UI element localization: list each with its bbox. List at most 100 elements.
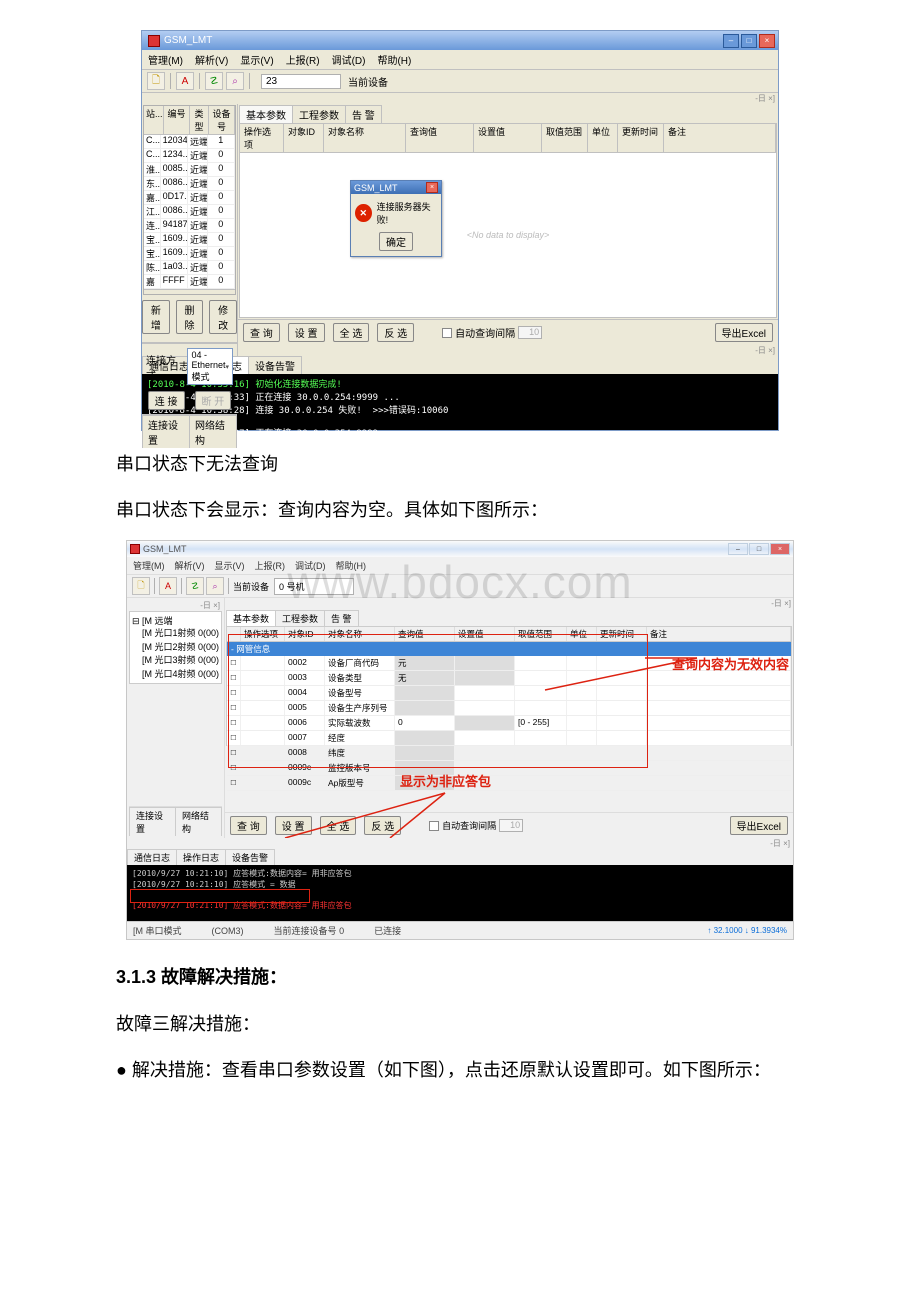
error-icon: ✕ xyxy=(355,204,372,222)
dialog-ok-button[interactable]: 确定 xyxy=(379,232,413,251)
param-row[interactable]: □0005设备生产序列号 xyxy=(227,701,791,716)
param-row[interactable]: □0007经度 xyxy=(227,731,791,746)
param-grid-2[interactable]: 操作选项 对象ID 对象名称 查询值 设置值 取值范围 单位 更新时间 备注 -… xyxy=(226,626,792,746)
current-device-label: 当前设备 xyxy=(348,74,388,89)
device-list-row[interactable]: 东...0086...近端0 xyxy=(144,177,235,191)
menu-report[interactable]: 上报(R) xyxy=(286,52,320,67)
minimize-button[interactable]: – xyxy=(723,34,739,48)
para-serial-cannot-query: 串口状态下无法查询 xyxy=(80,445,840,485)
log-console[interactable]: [2010-8-4 10:35:16] 初始化连接数据完成! [2010-8-4… xyxy=(142,374,778,430)
disconnect-button[interactable]: 断 开 xyxy=(195,391,232,410)
conn-mode-value: 04 - Ethernet模式 xyxy=(191,350,225,383)
tree-item[interactable]: [M 光口2射频 0(00) xyxy=(132,641,219,655)
para-serial-shows-empty: 串口状态下会显示：查询内容为空。具体如下图所示： xyxy=(80,491,840,531)
device-list-row[interactable]: 宝...1609...近端0 xyxy=(144,247,235,261)
menu-debug[interactable]: 调试(D) xyxy=(332,52,366,67)
left-tab-conn[interactable]: 连接设置 xyxy=(129,807,176,836)
log-tab-comm[interactable]: 通信日志 xyxy=(127,849,177,865)
menu-report[interactable]: 上报(R) xyxy=(255,559,286,572)
toolbar-icon-4[interactable]: ⌕ xyxy=(206,577,224,595)
inv-button[interactable]: 反 选 xyxy=(377,323,414,342)
left-tab-net[interactable]: 网络结构 xyxy=(189,415,237,448)
param-row[interactable]: □0004设备型号 xyxy=(227,686,791,701)
tab-basic[interactable]: 基本参数 xyxy=(239,105,293,123)
query-button[interactable]: 查 询 xyxy=(230,816,267,835)
screenshot-gsm-lmt-2: www.bdocx.com GSM_LMT – □ × 管理(M) 解析(V) … xyxy=(126,540,794,940)
menu-debug[interactable]: 调试(D) xyxy=(295,559,326,572)
edit-button[interactable]: 修改 xyxy=(209,300,237,334)
tree-item[interactable]: [M 光口4射频 0(00) xyxy=(132,668,219,682)
set-button[interactable]: 设 置 xyxy=(275,816,312,835)
device-list-grid[interactable]: 站... 编号 类型 设备号 C...120341远端1C...1234...近… xyxy=(143,105,236,295)
dialog-close-button[interactable]: × xyxy=(426,182,438,193)
selall-button[interactable]: 全 选 xyxy=(320,816,357,835)
conn-mode-combo[interactable]: 04 - Ethernet模式 ▾ xyxy=(187,348,233,385)
auto-query-checkbox[interactable] xyxy=(442,328,452,338)
param-grid-body: <No data to display> xyxy=(239,153,777,318)
toolbar-icon-2[interactable]: A xyxy=(159,577,177,595)
left-tree-panel: -日 ×] ⊟ [M 远端 [M 光口1射频 0(00) [M 光口2射频 0(… xyxy=(127,598,225,838)
tab-basic[interactable]: 基本参数 xyxy=(226,610,276,626)
toolbar-icon-2[interactable]: A xyxy=(176,72,194,90)
para-solution: ● 解决措施：查看串口参数设置（如下图），点击还原默认设置即可。如下图所示： xyxy=(80,1051,840,1091)
tab-alarm[interactable]: 告 警 xyxy=(345,105,382,123)
tab-alarm[interactable]: 告 警 xyxy=(324,610,359,626)
menu-help[interactable]: 帮助(H) xyxy=(336,559,367,572)
param-row[interactable]: □0003设备类型无 xyxy=(227,671,791,686)
minimize-button[interactable]: – xyxy=(728,543,748,555)
toolbar-icon-1[interactable]: 🗋 xyxy=(147,72,165,90)
toolbar-icon-3[interactable]: ☡ xyxy=(205,72,223,90)
menu-manage[interactable]: 管理(M) xyxy=(148,52,183,67)
maximize-button[interactable]: □ xyxy=(741,34,757,48)
device-list-row[interactable]: 宝...1609...近端0 xyxy=(144,233,235,247)
add-button[interactable]: 新增 xyxy=(142,300,170,334)
status-coord: ↑ 32.1000 ↓ 91.3934% xyxy=(707,926,787,935)
toolbar-icon-3[interactable]: ☡ xyxy=(186,577,204,595)
connect-button[interactable]: 连 接 xyxy=(148,391,185,410)
inv-button[interactable]: 反 选 xyxy=(364,816,401,835)
current-device-field[interactable]: 23 xyxy=(261,74,341,89)
tab-eng[interactable]: 工程参数 xyxy=(292,105,346,123)
device-list-row[interactable]: 嘉...0D17...近端0 xyxy=(144,191,235,205)
tab-eng[interactable]: 工程参数 xyxy=(275,610,325,626)
menu-view[interactable]: 显示(V) xyxy=(215,559,245,572)
device-list-row[interactable]: 嘉FFFF近端0 xyxy=(144,275,235,289)
selall-button[interactable]: 全 选 xyxy=(333,323,370,342)
close-button[interactable]: × xyxy=(770,543,790,555)
device-list-row[interactable]: 江...0086...近端0 xyxy=(144,205,235,219)
menu-parse[interactable]: 解析(V) xyxy=(175,559,205,572)
maximize-button[interactable]: □ xyxy=(749,543,769,555)
device-list-row[interactable]: 陈...1a03...近端0 xyxy=(144,261,235,275)
query-button[interactable]: 查 询 xyxy=(243,323,280,342)
device-tree[interactable]: ⊟ [M 远端 [M 光口1射频 0(00) [M 光口2射频 0(00) [M… xyxy=(129,611,222,684)
device-list-row[interactable]: C...120341远端1 xyxy=(144,135,235,149)
app-icon xyxy=(148,35,160,47)
device-list-row[interactable]: C...1234...近端0 xyxy=(144,149,235,163)
export-excel-button[interactable]: 导出Excel xyxy=(730,816,788,835)
export-excel-button[interactable]: 导出Excel xyxy=(715,323,773,342)
left-tab-net[interactable]: 网络结构 xyxy=(175,807,222,836)
set-button[interactable]: 设 置 xyxy=(288,323,325,342)
toolbar-icon-1[interactable]: 🗋 xyxy=(132,577,150,595)
auto-query-checkbox[interactable] xyxy=(429,821,439,831)
menu-view[interactable]: 显示(V) xyxy=(240,52,273,67)
device-list-row[interactable]: 淮...0085...近端0 xyxy=(144,163,235,177)
menu-parse[interactable]: 解析(V) xyxy=(195,52,228,67)
status-bar: [M 串口模式 (COM3) 当前连接设备号 0 已连接 ↑ 32.1000 ↓… xyxy=(127,921,793,939)
log-tab-alarm[interactable]: 设备告警 xyxy=(225,849,275,865)
log-console-2[interactable]: [2010/9/27 10:21:10] 应答模式:数据内容= 用非应答包 [2… xyxy=(127,865,793,921)
left-tab-conn[interactable]: 连接设置 xyxy=(142,415,190,448)
menu-help[interactable]: 帮助(H) xyxy=(377,52,411,67)
tree-item[interactable]: [M 光口1射频 0(00) xyxy=(132,627,219,641)
toolbar-icon-4[interactable]: ⌕ xyxy=(226,72,244,90)
close-button[interactable]: × xyxy=(759,34,775,48)
param-row[interactable]: □0006实际载波数0[0 - 255] xyxy=(227,716,791,731)
device-list-row[interactable]: 连...941872近端0 xyxy=(144,219,235,233)
auto-query-interval[interactable]: 10 xyxy=(499,819,523,832)
log-tab-oper[interactable]: 操作日志 xyxy=(176,849,226,865)
tree-item[interactable]: [M 光口3射频 0(00) xyxy=(132,654,219,668)
delete-button[interactable]: 删除 xyxy=(176,300,204,334)
menu-manage[interactable]: 管理(M) xyxy=(133,559,165,572)
auto-query-interval[interactable]: 10 xyxy=(518,326,542,339)
log-tab-alarm[interactable]: 设备告警 xyxy=(248,356,302,374)
